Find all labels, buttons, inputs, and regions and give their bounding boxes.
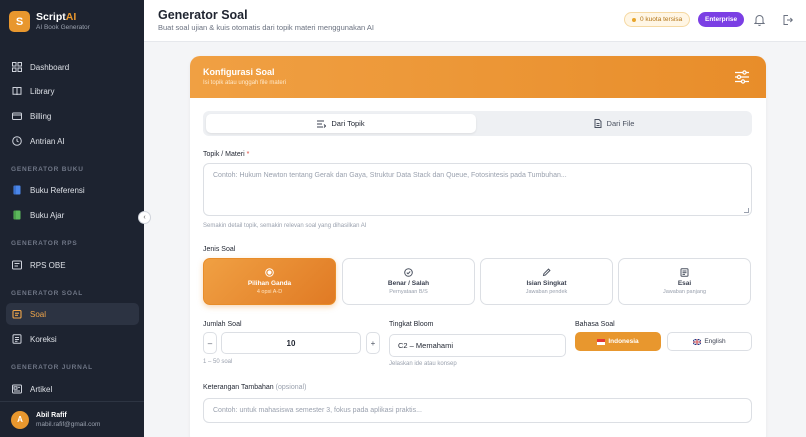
sliders-icon — [735, 70, 749, 84]
user-email: mabil.rafif@gmail.com — [36, 420, 101, 428]
decrement-button[interactable]: – — [203, 332, 217, 354]
blue-book-icon — [12, 185, 22, 195]
extra-placeholder: Contoh: untuk mahasiswa semester 3, foku… — [213, 407, 422, 414]
bloom-label: Tingkat Bloom — [389, 321, 434, 328]
sidebar-item-label: RPS OBE — [30, 260, 66, 270]
sidebar-item-label: Soal — [30, 309, 47, 319]
type-isian-singkat[interactable]: Isian Singkat Jawaban pendek — [480, 258, 613, 305]
logout-icon[interactable] — [782, 13, 794, 25]
brand-name: ScriptAI — [36, 11, 77, 23]
clipboard-icon — [12, 309, 22, 319]
page-subtitle: Buat soal ujian & kuis otomatis dari top… — [158, 23, 374, 32]
check-circle-icon — [404, 268, 413, 277]
language-english-button[interactable]: English — [667, 332, 752, 351]
sidebar-collapse-button[interactable]: ‹ — [138, 211, 151, 224]
newspaper-icon — [12, 384, 22, 394]
radio-icon — [265, 268, 274, 277]
avatar: A — [11, 410, 29, 429]
topic-label: Topik / Materi * — [203, 151, 250, 158]
count-hint: 1 – 50 soal — [203, 359, 233, 365]
bell-icon[interactable] — [753, 13, 766, 26]
topic-textarea[interactable]: Contoh: Hukum Newton tentang Gerak dan G… — [203, 163, 752, 216]
topic-placeholder: Contoh: Hukum Newton tentang Gerak dan G… — [213, 172, 567, 179]
sidebar-item-label: Artikel — [30, 384, 53, 394]
section-label: GENERATOR BUKU — [11, 166, 84, 173]
section-label: GENERATOR JURNAL — [11, 364, 93, 371]
plan-badge[interactable]: Enterprise — [698, 12, 745, 27]
card-icon — [12, 111, 22, 121]
sidebar-item-rps-obe[interactable]: RPS OBE — [6, 254, 139, 276]
count-label: Jumlah Soal — [203, 321, 242, 328]
clock-icon — [12, 136, 22, 146]
section-label: GENERATOR RPS — [11, 240, 78, 247]
book-icon — [12, 86, 22, 96]
sidebar-item-artikel[interactable]: Artikel — [6, 378, 139, 400]
extra-notes-input[interactable]: Contoh: untuk mahasiswa semester 3, foku… — [203, 398, 752, 423]
bloom-hint: Jelaskan ide atau konsep — [389, 361, 457, 367]
sidebar-item-library[interactable]: Library — [6, 80, 139, 102]
sidebar-item-billing[interactable]: Billing — [6, 105, 139, 127]
section-label: GENERATOR SOAL — [11, 290, 83, 297]
increment-button[interactable]: + — [366, 332, 380, 354]
page-title: Generator Soal — [158, 8, 248, 22]
type-benar-salah[interactable]: Benar / Salah Pernyataan B/S — [342, 258, 475, 305]
user-profile[interactable]: A Abil Rafif mabil.rafif@gmail.com — [0, 401, 144, 437]
brand-subtitle: AI Book Generator — [36, 24, 90, 31]
sidebar-item-buku-referensi[interactable]: Buku Referensi — [6, 179, 139, 201]
sidebar-item-koreksi[interactable]: Koreksi — [6, 328, 139, 350]
type-esai[interactable]: Esai Jawaban panjang — [618, 258, 751, 305]
document-lines-icon — [680, 268, 689, 277]
sidebar-item-label: Buku Referensi — [30, 185, 85, 195]
sidebar-item-label: Dashboard — [30, 62, 70, 72]
tab-dari-file[interactable]: Dari File — [479, 114, 749, 133]
extra-label: Keterangan Tambahan (opsional) — [203, 384, 307, 391]
config-card: Konfigurasi Soal Isi topik atau unggah f… — [190, 56, 766, 437]
sidebar-item-label: Billing — [30, 111, 52, 121]
sidebar-item-label: Koreksi — [30, 334, 57, 344]
count-input[interactable]: 10 — [221, 332, 361, 354]
resize-handle-icon[interactable] — [744, 208, 749, 213]
tab-dari-topik[interactable]: Dari Topik — [206, 114, 476, 133]
type-pilihan-ganda[interactable]: Pilihan Ganda 4 opsi A-D — [203, 258, 336, 305]
header: Generator Soal Buat soal ujian & kuis ot… — [144, 0, 806, 42]
sidebar-item-buku-ajar[interactable]: Buku Ajar — [6, 204, 139, 226]
language-indonesia-button[interactable]: Indonesia — [575, 332, 661, 351]
sidebar-item-label: Antrian AI — [30, 136, 65, 146]
indonesia-flag-icon — [597, 338, 606, 345]
card-header: Konfigurasi Soal Isi topik atau unggah f… — [190, 56, 766, 98]
language-label: Bahasa Soal — [575, 321, 615, 328]
type-label: Jenis Soal — [203, 246, 236, 253]
brand-logo: S — [9, 11, 30, 32]
sidebar-item-label: Buku Ajar — [30, 210, 65, 220]
sidebar-item-dashboard[interactable]: Dashboard — [6, 56, 139, 78]
quota-dot-icon — [632, 17, 636, 22]
uk-flag-icon — [693, 338, 702, 345]
card-title: Konfigurasi Soal — [203, 67, 275, 77]
text-lines-icon — [317, 120, 327, 128]
sidebar-item-label: Library — [30, 86, 55, 96]
pencil-icon — [542, 268, 551, 277]
document-icon — [12, 334, 22, 344]
green-book-icon — [12, 210, 22, 220]
document-list-icon — [12, 260, 22, 270]
user-name: Abil Rafif — [36, 411, 67, 419]
sidebar-item-soal[interactable]: Soal — [6, 303, 139, 325]
brand[interactable]: S ScriptAI AI Book Generator — [9, 11, 90, 32]
quota-badge: 0 kuota tersisa — [624, 12, 691, 27]
file-icon — [594, 119, 602, 128]
card-subtitle: Isi topik atau unggah file materi — [203, 80, 287, 86]
sidebar-item-antrian-ai[interactable]: Antrian AI — [6, 130, 139, 152]
topic-hint: Semakin detail topik, semakin relevan so… — [203, 223, 367, 229]
sidebar: S ScriptAI AI Book Generator Dashboard L… — [0, 0, 144, 437]
bloom-select[interactable]: C2 – Memahami — [389, 334, 566, 357]
source-tabs: Dari Topik Dari File — [203, 111, 752, 136]
grid-icon — [12, 62, 22, 72]
